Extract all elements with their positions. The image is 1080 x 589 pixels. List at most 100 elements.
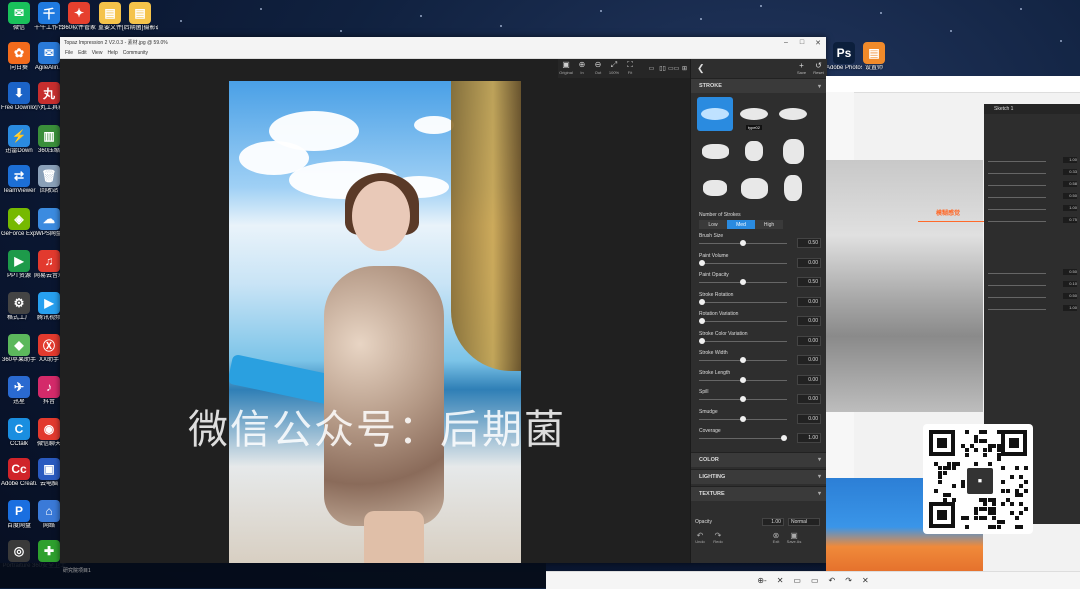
menu-item[interactable]: File — [65, 50, 73, 56]
section-color[interactable]: COLOR ▾ — [691, 451, 827, 467]
blend-mode-select[interactable]: Normal — [787, 518, 820, 526]
second-app-slider-value[interactable]: 1.00 — [1063, 305, 1077, 311]
second-app-slider-value[interactable]: 0.75 — [1063, 217, 1077, 223]
fit-icon[interactable]: ⤢ 100% — [606, 60, 622, 77]
slider-knob[interactable] — [699, 259, 705, 266]
section-stroke[interactable]: STROKE ▾ — [691, 78, 827, 93]
slider-value-field[interactable]: 0.50 — [797, 277, 821, 287]
second-app-image[interactable] — [826, 160, 983, 412]
opacity-value[interactable]: 1.00 — [761, 518, 784, 526]
slider-value-field[interactable]: 0.50 — [797, 238, 821, 248]
bottom-bar-button[interactable]: ▭ — [811, 576, 819, 585]
brush-preset[interactable] — [775, 97, 811, 131]
second-app-slider-value[interactable]: 0.50 — [1063, 193, 1077, 199]
slider-value-field[interactable]: 1.00 — [797, 433, 821, 443]
second-app-slider-track[interactable] — [988, 161, 1046, 162]
slider-knob[interactable] — [740, 279, 746, 285]
second-app-slider-value[interactable]: 0.33 — [1063, 169, 1077, 175]
bottom-bar-button[interactable]: ✕ — [862, 576, 869, 585]
second-app-slider-value[interactable]: 1.00 — [1063, 157, 1077, 163]
brush-preset[interactable] — [697, 171, 733, 205]
menu-item[interactable]: Edit — [78, 50, 87, 56]
slider-track[interactable] — [699, 340, 787, 342]
bottom-bar-button[interactable]: ↷ — [845, 576, 852, 585]
brush-preset[interactable] — [697, 97, 733, 131]
second-app-slider-track[interactable] — [988, 197, 1046, 198]
redo-icon[interactable]: ↷ Redo — [709, 532, 727, 545]
slider-track[interactable] — [699, 301, 787, 303]
strokes-option[interactable]: High — [755, 220, 783, 229]
strokes-option[interactable]: Med — [727, 220, 755, 229]
zoom-in-icon[interactable]: ⊕ In — [574, 60, 590, 77]
second-app-slider-value[interactable]: 1.00 — [1063, 205, 1077, 211]
slider-track[interactable] — [699, 321, 787, 322]
plus-icon[interactable]: + Save — [793, 61, 810, 76]
slider-knob[interactable] — [699, 337, 705, 344]
exit-icon[interactable]: ⊗ Exit — [767, 532, 785, 545]
view-mode-icon[interactable]: ▭ — [646, 65, 657, 73]
brush-preset[interactable] — [775, 171, 811, 205]
maximize-button[interactable]: □ — [794, 39, 810, 47]
close-button[interactable]: ✕ — [810, 39, 826, 47]
slider-value-field[interactable]: 0.00 — [797, 316, 821, 326]
bottom-bar-button[interactable]: ▭ — [793, 576, 801, 585]
second-app-slider-track[interactable] — [988, 173, 1046, 174]
slider-value-field[interactable]: 0.00 — [797, 296, 821, 307]
second-app-slider-track[interactable] — [988, 309, 1046, 310]
photo-preview[interactable] — [229, 81, 521, 563]
section-texture[interactable]: TEXTURE ▾ — [691, 485, 827, 501]
image-icon[interactable]: ▣ Original — [558, 60, 574, 77]
view-mode-icon[interactable]: ▭▭ — [668, 65, 679, 73]
slider-value-field[interactable]: 0.00 — [797, 413, 821, 424]
desktop-icon[interactable]: ▤ 设置师 — [856, 42, 892, 72]
second-app-slider-track[interactable] — [988, 297, 1046, 298]
slider-knob[interactable] — [740, 396, 746, 402]
bottom-bar-button[interactable]: ⊕- — [757, 576, 766, 585]
slider-track[interactable] — [699, 438, 787, 439]
slider-track[interactable] — [699, 262, 787, 264]
slider-value-field[interactable]: 0.00 — [797, 257, 821, 268]
slider-value-field[interactable]: 0.00 — [797, 374, 821, 385]
second-app-slider-track[interactable] — [988, 285, 1046, 286]
brush-preset[interactable] — [697, 134, 733, 168]
second-app-slider-value[interactable]: 0.10 — [1063, 281, 1077, 287]
second-app-slider-track[interactable] — [988, 273, 1046, 274]
slider-knob[interactable] — [740, 376, 746, 383]
reset-icon[interactable]: ↺ Reset — [810, 61, 827, 76]
brush-preset[interactable] — [736, 171, 772, 205]
strokes-option[interactable]: Low — [699, 220, 727, 229]
slider-knob[interactable] — [781, 435, 787, 441]
view-mode-icon[interactable]: ⊞ — [679, 65, 690, 73]
brush-preset[interactable] — [775, 134, 811, 168]
minimize-button[interactable]: – — [778, 39, 794, 47]
slider-value-field[interactable]: 0.00 — [797, 394, 821, 404]
second-app-slider-value[interactable]: 0.50 — [1063, 293, 1077, 299]
zoom-out-icon[interactable]: ⊖ Out — [590, 60, 606, 77]
second-app-slider-track[interactable] — [988, 185, 1046, 186]
save-as-icon[interactable]: ▣ Save As — [785, 532, 803, 545]
brush-preset[interactable] — [736, 134, 772, 168]
menu-item[interactable]: Help — [107, 50, 117, 56]
slider-knob[interactable] — [740, 240, 746, 246]
canvas-area[interactable]: ▣ Original ⊕ In ⊖ Out ⤢ 100% ⛶ Fit ▭ ▯▯ ▭▭ ⊞ — [60, 59, 690, 563]
view-mode-icon[interactable]: ▯▯ — [657, 65, 668, 73]
brush-preset[interactable]: type02 — [736, 97, 772, 131]
second-app-slider-value[interactable]: 0.50 — [1063, 269, 1077, 275]
slider-knob[interactable] — [740, 357, 746, 363]
fit-screen-icon[interactable]: ⛶ Fit — [622, 60, 638, 77]
slider-knob[interactable] — [740, 415, 746, 422]
second-app-slider-value[interactable]: 0.58 — [1063, 181, 1077, 187]
undo-icon[interactable]: ↶ Undo — [691, 532, 709, 545]
back-arrow-icon[interactable]: ❮ — [697, 63, 705, 74]
desktop-icon[interactable]: ▤[后期菌]摄影调色... — [122, 2, 158, 32]
second-app-slider-track[interactable] — [988, 221, 1046, 222]
slider-knob[interactable] — [699, 298, 705, 305]
slider-value-field[interactable]: 0.00 — [797, 335, 821, 346]
slider-value-field[interactable]: 0.00 — [797, 355, 821, 365]
second-app-slider-track[interactable] — [988, 209, 1046, 210]
menu-item[interactable]: Community — [123, 50, 148, 56]
slider-knob[interactable] — [699, 318, 705, 324]
bottom-bar-button[interactable]: ✕ — [777, 576, 784, 585]
section-lighting[interactable]: LIGHTING ▾ — [691, 468, 827, 484]
menu-item[interactable]: View — [92, 50, 103, 56]
